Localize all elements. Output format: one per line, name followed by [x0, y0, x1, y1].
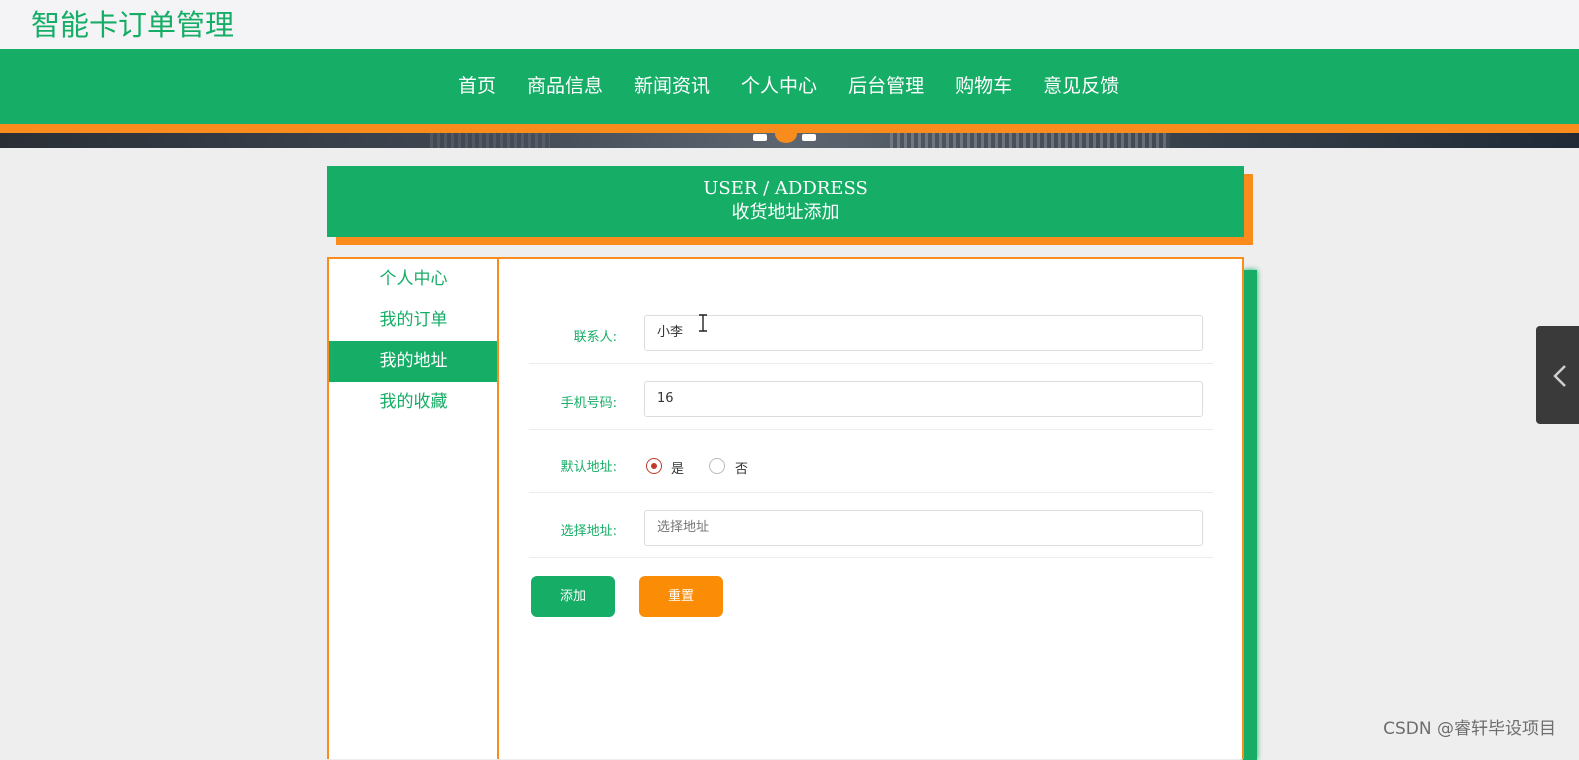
- chevron-left-icon: [1553, 365, 1566, 387]
- nav-item-feedback[interactable]: 意见反馈: [1043, 71, 1119, 101]
- nav-item-cart[interactable]: 购物车: [955, 71, 1012, 101]
- form-row-phone: 手机号码: 16: [529, 364, 1213, 430]
- add-button[interactable]: 添加: [531, 576, 615, 617]
- sidebar-item-personal-center[interactable]: 个人中心: [329, 259, 498, 300]
- page-title: 收货地址添加: [731, 202, 840, 223]
- phone-input[interactable]: 16: [644, 381, 1203, 417]
- address-label: 选择地址:: [560, 524, 617, 539]
- carousel-dot[interactable]: [802, 134, 816, 141]
- form-row-address: 选择地址: 选择地址: [529, 493, 1213, 558]
- sidebar-item-my-orders[interactable]: 我的订单: [329, 300, 498, 341]
- watermark: CSDN @睿轩毕设项目: [1383, 719, 1556, 739]
- page-header-en: USER / ADDRESS: [703, 178, 868, 199]
- default-no-radio[interactable]: [709, 458, 725, 474]
- text-cursor-icon: [699, 314, 707, 332]
- contact-input[interactable]: 小李: [644, 315, 1203, 351]
- default-yes-radio[interactable]: [646, 458, 662, 474]
- sidebar-item-my-favorites[interactable]: 我的收藏: [329, 382, 498, 423]
- sidebar: 个人中心 我的订单 我的地址 我的收藏: [327, 257, 500, 759]
- address-select-input[interactable]: 选择地址: [644, 510, 1203, 546]
- default-yes-label: 是: [671, 462, 685, 477]
- main-nav: 首页 商品信息 新闻资讯 个人中心 后台管理 购物车 意见反馈: [0, 49, 1579, 124]
- sidebar-item-my-address[interactable]: 我的地址: [329, 341, 498, 382]
- nav-item-news[interactable]: 新闻资讯: [634, 71, 710, 101]
- side-drawer-toggle[interactable]: [1536, 326, 1579, 424]
- reset-button[interactable]: 重置: [639, 576, 723, 617]
- phone-label: 手机号码:: [560, 396, 617, 411]
- page-header: USER / ADDRESS 收货地址添加: [327, 166, 1244, 237]
- nav-item-products[interactable]: 商品信息: [527, 71, 603, 101]
- nav-item-admin[interactable]: 后台管理: [848, 71, 924, 101]
- default-no-label: 否: [735, 462, 749, 477]
- carousel-dot-active[interactable]: [775, 124, 797, 143]
- top-bar: 智能卡订单管理: [0, 0, 1579, 49]
- site-title: 智能卡订单管理: [31, 8, 235, 42]
- address-form-panel: 联系人: 小李 手机号码: 16 默认地址: 是 否 选择地址: 选择地址 添加…: [497, 257, 1244, 759]
- carousel-dot[interactable]: [753, 134, 767, 141]
- default-address-label: 默认地址:: [560, 460, 617, 475]
- form-row-contact: 联系人: 小李: [529, 298, 1213, 364]
- nav-item-home[interactable]: 首页: [458, 71, 496, 101]
- form-row-default: 默认地址: 是 否: [529, 430, 1213, 493]
- nav-item-personal-center[interactable]: 个人中心: [741, 71, 817, 101]
- content-shadow: [1243, 270, 1257, 760]
- contact-label: 联系人:: [573, 330, 617, 345]
